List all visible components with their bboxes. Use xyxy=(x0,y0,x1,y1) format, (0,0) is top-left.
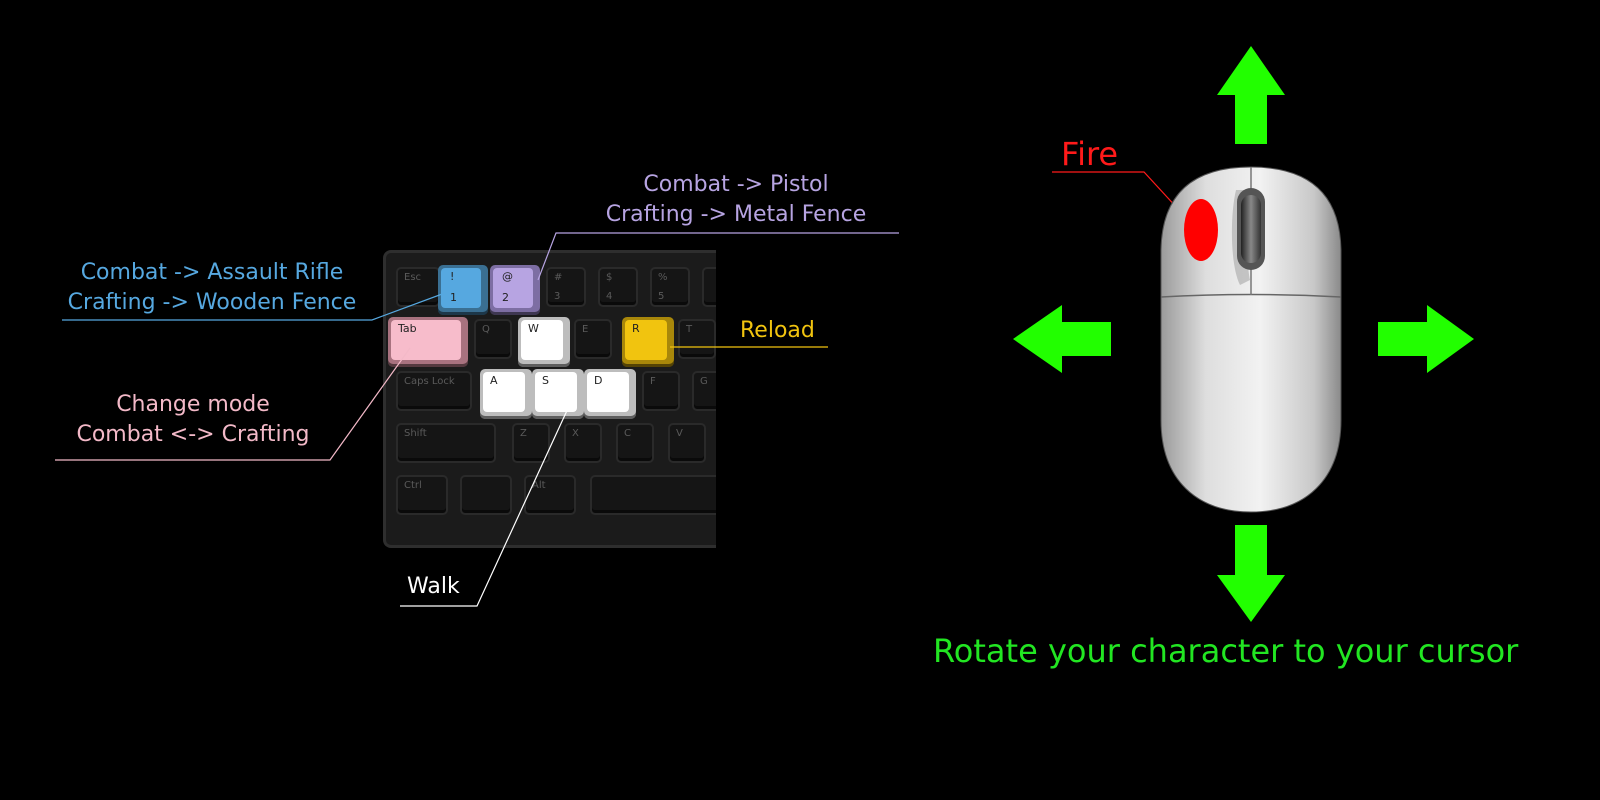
arrow-right-icon xyxy=(1378,305,1474,373)
key1-annotation: Combat -> Assault Rifle Crafting -> Wood… xyxy=(62,258,362,318)
key2-annotation-line1: Combat -> Pistol xyxy=(643,172,829,197)
arrow-left-icon xyxy=(1013,305,1111,373)
key1-annotation-line2: Crafting -> Wooden Fence xyxy=(67,290,357,315)
fire-annotation: Fire xyxy=(1061,135,1119,173)
reload-annotation: Reload xyxy=(740,318,815,343)
key2-annotation-line2: Crafting -> Metal Fence xyxy=(605,202,867,227)
tab-annotation: Change mode Combat <-> Crafting xyxy=(58,390,328,450)
mouse-icon xyxy=(1160,166,1342,513)
key1-annotation-line1: Combat -> Assault Rifle xyxy=(80,260,344,285)
walk-annotation: Walk xyxy=(407,574,460,599)
arrow-up-icon xyxy=(1217,46,1285,144)
mouse-diagram xyxy=(1013,46,1474,622)
tab-annotation-line1: Change mode xyxy=(116,392,270,417)
left-mouse-button-highlight xyxy=(1184,199,1218,261)
arrow-down-icon xyxy=(1217,525,1285,622)
mouse-move-annotation: Rotate your character to your cursor xyxy=(933,632,1519,670)
tab-annotation-line2: Combat <-> Crafting xyxy=(76,422,310,447)
key2-annotation: Combat -> Pistol Crafting -> Metal Fence xyxy=(586,170,886,230)
key2-leader-line xyxy=(537,232,899,281)
scroll-wheel xyxy=(1237,188,1265,270)
